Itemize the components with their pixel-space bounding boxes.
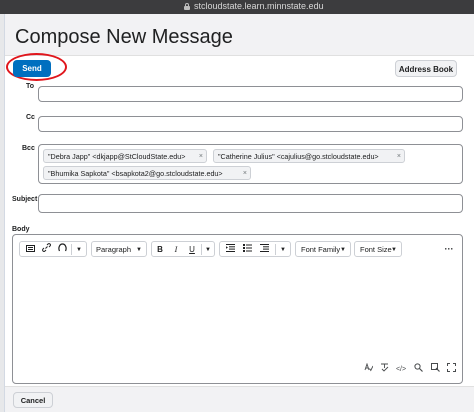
body-editor[interactable]: ▼ Paragraph ▼ B I U ▼ ▼ Font Family ▼ Fo…: [12, 234, 463, 384]
dialog-header: Compose New Message: [5, 14, 474, 56]
to-field[interactable]: [38, 86, 463, 102]
insert-stuff-icon[interactable]: [22, 242, 38, 258]
fullscreen-icon[interactable]: [445, 363, 457, 377]
bcc-field[interactable]: "Debra Japp" <dkjapp@StCloudState.edu> ×…: [38, 144, 463, 184]
cc-field[interactable]: [38, 116, 463, 132]
dialog-footer: Cancel: [5, 386, 474, 412]
source-code-icon[interactable]: </>: [395, 363, 407, 377]
font-family-dropdown[interactable]: Font Family ▼: [295, 241, 351, 257]
remove-recipient-icon[interactable]: ×: [243, 167, 247, 179]
chevron-down-icon: ▼: [340, 247, 346, 253]
subject-field[interactable]: [38, 194, 463, 213]
chevron-down-icon: ▼: [391, 247, 397, 253]
browser-url-bar: stcloudstate.learn.minnstate.edu: [0, 0, 474, 14]
chevron-down-icon[interactable]: ▼: [202, 242, 214, 258]
dialog-title: Compose New Message: [15, 26, 233, 48]
alignment-group: ▼: [219, 241, 291, 257]
chevron-down-icon[interactable]: ▼: [73, 242, 85, 258]
zoom-preview-icon[interactable]: [412, 363, 424, 377]
spell-check-icon[interactable]: [378, 363, 390, 377]
insert-link-icon[interactable]: [38, 242, 54, 258]
more-options-icon[interactable]: ···: [441, 241, 457, 257]
paragraph-format-label: Paragraph: [96, 245, 132, 254]
subject-label: Subject: [12, 196, 38, 203]
chevron-down-icon: ▼: [136, 247, 142, 253]
text-style-group: B I U ▼: [151, 241, 215, 257]
browser-url: stcloudstate.learn.minnstate.edu: [194, 1, 324, 11]
emoticon-icon[interactable]: [54, 242, 70, 258]
lock-icon: [184, 3, 190, 10]
chevron-down-icon[interactable]: ▼: [277, 242, 289, 258]
align-icon[interactable]: [222, 242, 238, 258]
font-family-label: Font Family: [301, 245, 341, 254]
italic-button[interactable]: I: [168, 242, 184, 258]
bcc-recipient-chip[interactable]: "Bhumika Sapkota" <bsapkota2@go.stclouds…: [43, 166, 251, 180]
font-size-dropdown[interactable]: Font Size ▼: [354, 241, 402, 257]
bcc-label: Bcc: [22, 145, 35, 152]
bcc-recipient-chip[interactable]: "Catherine Julius" <cajulius@go.stclouds…: [213, 149, 405, 163]
cc-label: Cc: [26, 114, 35, 121]
address-book-button[interactable]: Address Book: [395, 60, 457, 77]
paragraph-format-dropdown[interactable]: Paragraph ▼: [91, 241, 147, 257]
bcc-recipient-text: "Catherine Julius" <cajulius@go.stclouds…: [218, 152, 379, 161]
send-button[interactable]: Send: [13, 60, 51, 77]
remove-recipient-icon[interactable]: ×: [397, 150, 401, 162]
accessibility-check-icon[interactable]: [362, 362, 374, 377]
bcc-recipient-text: "Debra Japp" <dkjapp@StCloudState.edu>: [48, 152, 186, 161]
remove-recipient-icon[interactable]: ×: [199, 150, 203, 162]
bcc-recipient-text: "Bhumika Sapkota" <bsapkota2@go.stclouds…: [48, 169, 223, 178]
editor-status-bar: </>: [13, 362, 464, 377]
font-size-label: Font Size: [360, 245, 392, 254]
underline-button[interactable]: U: [184, 242, 200, 258]
to-label: To: [26, 83, 35, 90]
preview-icon[interactable]: [429, 363, 441, 377]
indent-icon[interactable]: [256, 242, 272, 258]
cancel-button[interactable]: Cancel: [13, 392, 53, 408]
insert-toolbar-group: ▼: [19, 241, 87, 257]
bold-button[interactable]: B: [152, 242, 168, 258]
bcc-recipient-chip[interactable]: "Debra Japp" <dkjapp@StCloudState.edu> ×: [43, 149, 207, 163]
bullet-list-icon[interactable]: [239, 242, 255, 258]
left-edge: [0, 14, 5, 412]
body-label: Body: [12, 226, 30, 233]
